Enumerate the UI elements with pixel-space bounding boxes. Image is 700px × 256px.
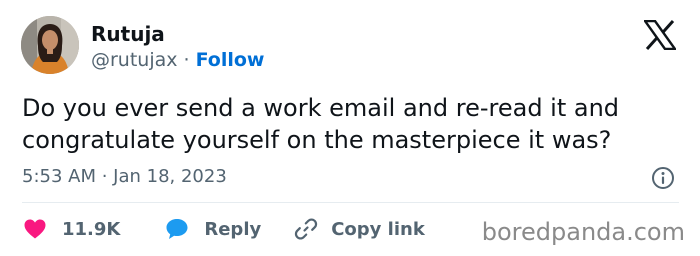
heart-icon: [24, 219, 46, 239]
author-handle-row: @rutujax · Follow: [91, 48, 264, 72]
reply-button[interactable]: Reply: [164, 216, 261, 242]
separator-dot: ·: [183, 49, 190, 71]
author-handle[interactable]: @rutujax: [91, 49, 178, 71]
copy-link-label: Copy link: [331, 218, 425, 240]
link-icon: [295, 218, 318, 240]
divider: [22, 202, 679, 203]
reply-label: Reply: [204, 218, 262, 240]
avatar-photo: [21, 16, 79, 74]
like-count: 11.9K: [62, 218, 121, 240]
tweet-card: Rutuja @rutujax · Follow Do you ever send …: [0, 0, 700, 256]
watermark: boredpanda.com: [481, 218, 685, 246]
follow-button[interactable]: Follow: [196, 49, 265, 71]
avatar[interactable]: [21, 16, 79, 74]
tweet-text: Do you ever send a work email and re-rea…: [22, 94, 620, 154]
author-display-name[interactable]: Rutuja: [91, 22, 165, 46]
x-logo-icon[interactable]: [642, 19, 678, 51]
tweet-timestamp[interactable]: 5:53 AM · Jan 18, 2023: [22, 165, 227, 189]
like-button[interactable]: 11.9K: [22, 216, 120, 242]
info-icon[interactable]: [651, 166, 675, 190]
action-bar: 11.9K Reply Copy link: [22, 214, 425, 244]
copy-link-button[interactable]: Copy link: [293, 216, 425, 242]
speech-bubble-icon: [166, 219, 188, 239]
